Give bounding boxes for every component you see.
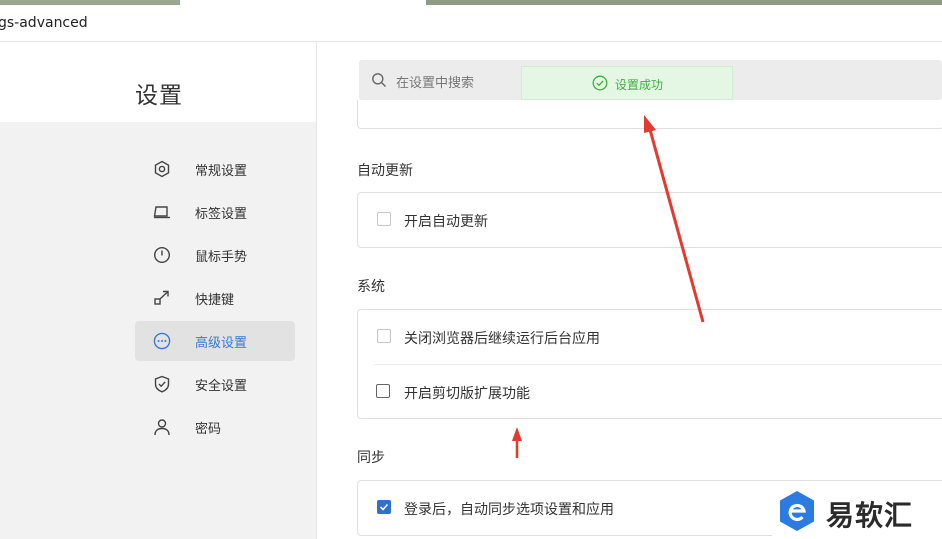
sidebar-item-security[interactable]: 安全设置 — [135, 364, 295, 404]
page-title: 设置 — [135, 83, 183, 109]
section-title-auto-update: 自动更新 — [357, 163, 413, 179]
option-row[interactable]: 关闭浏览器后继续运行后台应用 — [358, 310, 942, 364]
option-label: 开启自动更新 — [404, 214, 488, 230]
sidebar-item-advanced[interactable]: 高级设置 — [135, 321, 295, 361]
search-placeholder: 在设置中搜索 — [396, 76, 475, 91]
checkbox[interactable] — [377, 329, 391, 343]
user-icon — [153, 418, 171, 436]
checkmark-icon — [379, 503, 389, 511]
sidebar-header: 设置 — [0, 42, 316, 122]
sidebar-item-general[interactable]: 常规设置 — [135, 149, 295, 189]
sidebar-item-shortcuts[interactable]: 快捷键 — [135, 278, 295, 318]
settings-sidebar: 设置 常规设置 标签设置 鼠标手势 快捷键 高级设置 安全设置 密码 — [0, 42, 317, 539]
sidebar-item-label: 密码 — [195, 422, 222, 437]
watermark-text: 易软汇 — [826, 499, 914, 532]
shortcut-arrow-icon — [153, 289, 171, 307]
previous-card-bottom — [357, 100, 942, 129]
option-label: 登录后，自动同步选项设置和应用 — [404, 502, 614, 518]
more-circle-icon — [153, 332, 171, 350]
search-icon — [371, 72, 387, 88]
address-bar[interactable]: gs-advanced — [0, 5, 942, 42]
sidebar-item-label: 快捷键 — [195, 293, 235, 308]
checkbox[interactable] — [376, 384, 390, 398]
sidebar-item-label: 高级设置 — [195, 336, 248, 351]
card-auto-update: 开启自动更新 — [357, 192, 942, 248]
sidebar-item-label: 标签设置 — [195, 207, 248, 222]
success-toast: 设置成功 — [521, 66, 733, 100]
check-circle-icon — [592, 75, 608, 91]
tab-icon — [153, 203, 171, 221]
sidebar-item-label: 安全设置 — [195, 379, 248, 394]
settings-main: 在设置中搜索 自动更新 开启自动更新 系统 关闭浏览器后继续运行后台应用 开启剪… — [317, 42, 942, 539]
option-row[interactable]: 开启剪切版扩展功能 — [374, 364, 942, 419]
watermark: 易软汇 — [772, 482, 942, 539]
address-url[interactable]: gs-advanced — [0, 15, 88, 31]
shield-icon — [153, 375, 171, 393]
mouse-icon — [153, 246, 171, 264]
option-label: 关闭浏览器后继续运行后台应用 — [404, 331, 600, 347]
checkbox[interactable] — [377, 212, 391, 226]
section-title-sync: 同步 — [357, 450, 385, 466]
sidebar-item-tabs[interactable]: 标签设置 — [135, 192, 295, 232]
hexagon-settings-icon — [153, 160, 171, 178]
sidebar-item-password[interactable]: 密码 — [135, 407, 295, 447]
checkbox-checked[interactable] — [377, 500, 391, 514]
section-title-system: 系统 — [357, 279, 385, 295]
toast-text: 设置成功 — [615, 78, 664, 92]
option-label: 开启剪切版扩展功能 — [404, 386, 530, 402]
sidebar-item-label: 鼠标手势 — [195, 250, 248, 265]
sidebar-item-mouse-gesture[interactable]: 鼠标手势 — [135, 235, 295, 275]
option-row[interactable]: 开启自动更新 — [358, 193, 942, 247]
sidebar-item-label: 常规设置 — [195, 164, 248, 179]
card-system: 关闭浏览器后继续运行后台应用 开启剪切版扩展功能 — [357, 309, 942, 419]
watermark-logo-icon — [780, 491, 814, 531]
